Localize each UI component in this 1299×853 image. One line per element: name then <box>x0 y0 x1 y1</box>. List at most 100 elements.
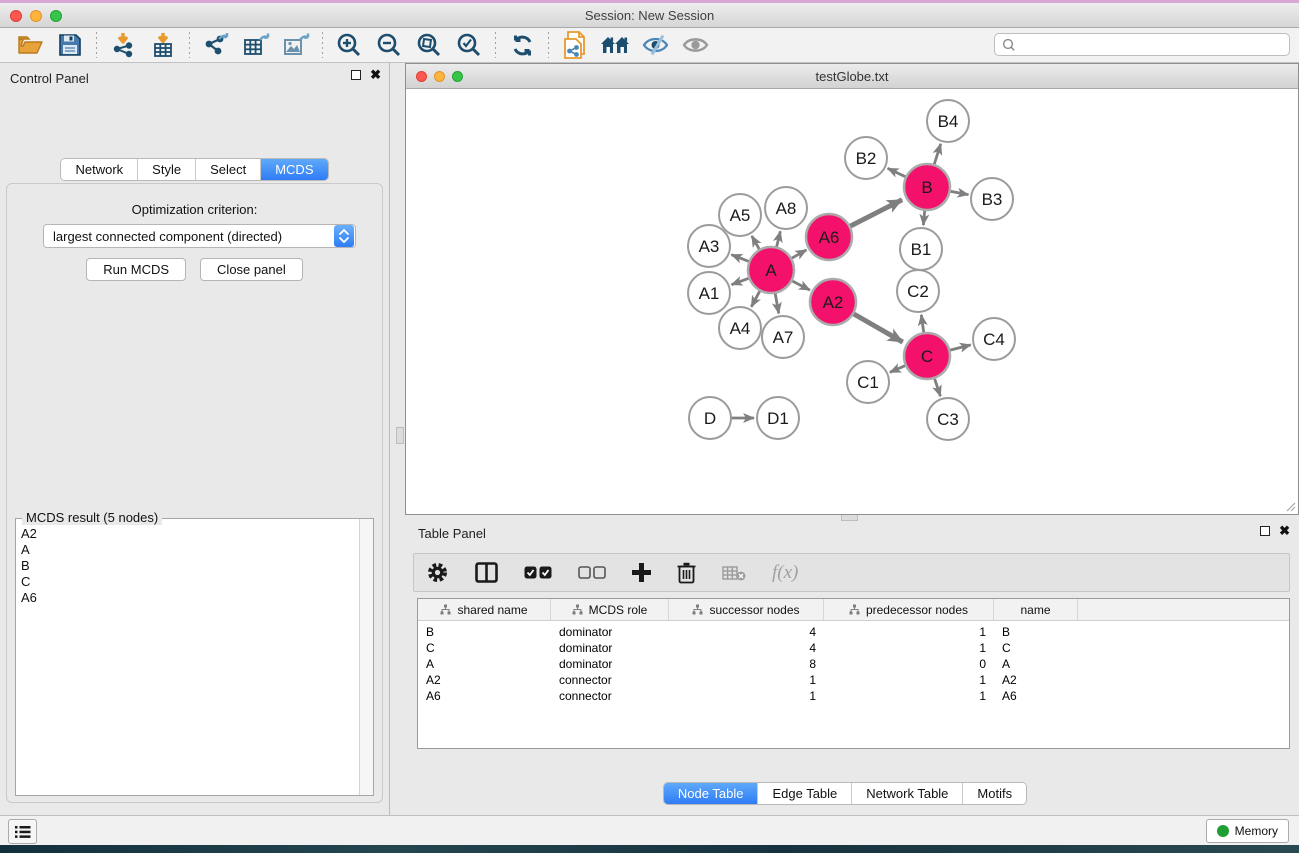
open-file-button[interactable] <box>10 30 50 60</box>
column-header-successor-nodes[interactable]: successor nodes <box>669 599 824 620</box>
result-item[interactable]: A6 <box>21 590 354 606</box>
zoom-selected-button[interactable] <box>449 30 489 60</box>
node-B2[interactable]: B2 <box>845 137 887 179</box>
result-scrollbar[interactable] <box>359 519 373 795</box>
table-row[interactable]: Adominator80A <box>418 656 1289 672</box>
table-cell[interactable]: 0 <box>824 657 994 671</box>
table-cell[interactable]: A2 <box>418 673 551 687</box>
table-cell[interactable]: B <box>994 625 1078 639</box>
search-box[interactable] <box>994 33 1290 56</box>
table-row[interactable]: Cdominator41C <box>418 640 1289 656</box>
node-D[interactable]: D <box>689 397 731 439</box>
table-row[interactable]: Bdominator41B <box>418 624 1289 640</box>
table-cell[interactable]: A6 <box>418 689 551 703</box>
settings-button[interactable] <box>426 561 449 584</box>
node-D1[interactable]: D1 <box>757 397 799 439</box>
node-A8[interactable]: A8 <box>765 187 807 229</box>
close-table-panel-icon[interactable]: ✖ <box>1279 526 1290 536</box>
refresh-button[interactable] <box>502 30 542 60</box>
table-cell[interactable]: connector <box>551 673 669 687</box>
memory-button[interactable]: Memory <box>1206 819 1289 843</box>
deselect-all-button[interactable] <box>578 566 606 580</box>
search-input[interactable] <box>1017 36 1289 54</box>
table-cell[interactable]: dominator <box>551 641 669 655</box>
add-column-button[interactable] <box>632 563 651 582</box>
table-cell[interactable]: A <box>994 657 1078 671</box>
node-A7[interactable]: A7 <box>762 316 804 358</box>
result-item[interactable]: A2 <box>21 526 354 542</box>
delete-columns-button[interactable] <box>677 562 696 584</box>
network-window-titlebar[interactable]: testGlobe.txt <box>406 64 1298 89</box>
save-session-button[interactable] <box>50 30 90 60</box>
node-A2[interactable]: A2 <box>810 279 856 325</box>
node-C2[interactable]: C2 <box>897 270 939 312</box>
criterion-dropdown[interactable]: largest connected component (directed) <box>43 224 356 248</box>
home-button[interactable] <box>595 30 635 60</box>
export-image-button[interactable] <box>276 30 316 60</box>
node-B4[interactable]: B4 <box>927 100 969 142</box>
node-A6[interactable]: A6 <box>806 214 852 260</box>
table-cell[interactable]: 1 <box>824 689 994 703</box>
select-all-button[interactable] <box>524 566 552 580</box>
zoom-in-button[interactable] <box>329 30 369 60</box>
node-A5[interactable]: A5 <box>719 194 761 236</box>
node-C3[interactable]: C3 <box>927 398 969 440</box>
tab-style[interactable]: Style <box>138 159 196 180</box>
node-B1[interactable]: B1 <box>900 228 942 270</box>
function-builder-button[interactable]: f(x) <box>772 562 798 584</box>
task-history-button[interactable] <box>8 819 37 844</box>
vertical-splitter-handle[interactable] <box>396 427 404 444</box>
network-canvas[interactable]: AA1A2A3A4A5A6A7A8BB1B2B3B4CC1C2C3C4DD1 <box>406 89 1298 514</box>
horizontal-splitter-handle[interactable] <box>841 514 858 521</box>
tab-edge-table[interactable]: Edge Table <box>758 783 852 804</box>
node-C4[interactable]: C4 <box>973 318 1015 360</box>
close-panel-button[interactable]: Close panel <box>200 258 303 281</box>
split-view-button[interactable] <box>475 562 498 583</box>
table-cell[interactable]: A2 <box>994 673 1078 687</box>
tab-motifs[interactable]: Motifs <box>963 783 1026 804</box>
table-cell[interactable]: dominator <box>551 657 669 671</box>
node-B3[interactable]: B3 <box>971 178 1013 220</box>
zoom-fit-button[interactable] <box>409 30 449 60</box>
column-header-predecessor-nodes[interactable]: predecessor nodes <box>824 599 994 620</box>
delete-table-button[interactable] <box>722 565 746 581</box>
zoom-out-button[interactable] <box>369 30 409 60</box>
table-cell[interactable]: 1 <box>669 689 824 703</box>
table-cell[interactable]: connector <box>551 689 669 703</box>
export-table-button[interactable] <box>236 30 276 60</box>
table-row[interactable]: A6connector11A6 <box>418 688 1289 704</box>
tab-mcds[interactable]: MCDS <box>261 159 327 180</box>
column-header-MCDS-role[interactable]: MCDS role <box>551 599 669 620</box>
table-cell[interactable]: 8 <box>669 657 824 671</box>
table-cell[interactable]: dominator <box>551 625 669 639</box>
node-A[interactable]: A <box>748 247 794 293</box>
tab-node-table[interactable]: Node Table <box>664 783 759 804</box>
tab-network-table[interactable]: Network Table <box>852 783 963 804</box>
result-item[interactable]: C <box>21 574 354 590</box>
table-cell[interactable]: C <box>418 641 551 655</box>
float-panel-icon[interactable] <box>351 70 361 80</box>
window-titlebar[interactable]: Session: New Session <box>0 3 1299 28</box>
table-cell[interactable]: A6 <box>994 689 1078 703</box>
table-row[interactable]: A2connector11A2 <box>418 672 1289 688</box>
table-cell[interactable]: 1 <box>824 641 994 655</box>
birdseye-view-button[interactable] <box>675 30 715 60</box>
visual-properties-button[interactable] <box>635 30 675 60</box>
run-mcds-button[interactable]: Run MCDS <box>86 258 186 281</box>
node-A3[interactable]: A3 <box>688 225 730 267</box>
tab-select[interactable]: Select <box>196 159 261 180</box>
table-cell[interactable]: B <box>418 625 551 639</box>
import-network-button[interactable] <box>103 30 143 60</box>
column-header-name[interactable]: name <box>994 599 1078 620</box>
table-cell[interactable]: 1 <box>824 673 994 687</box>
float-table-panel-icon[interactable] <box>1260 526 1270 536</box>
table-cell[interactable]: 1 <box>824 625 994 639</box>
node-C1[interactable]: C1 <box>847 361 889 403</box>
new-session-button[interactable] <box>555 30 595 60</box>
node-C[interactable]: C <box>904 333 950 379</box>
result-item[interactable]: A <box>21 542 354 558</box>
node-A4[interactable]: A4 <box>719 307 761 349</box>
export-network-button[interactable] <box>196 30 236 60</box>
table-cell[interactable]: C <box>994 641 1078 655</box>
table-cell[interactable]: 4 <box>669 625 824 639</box>
